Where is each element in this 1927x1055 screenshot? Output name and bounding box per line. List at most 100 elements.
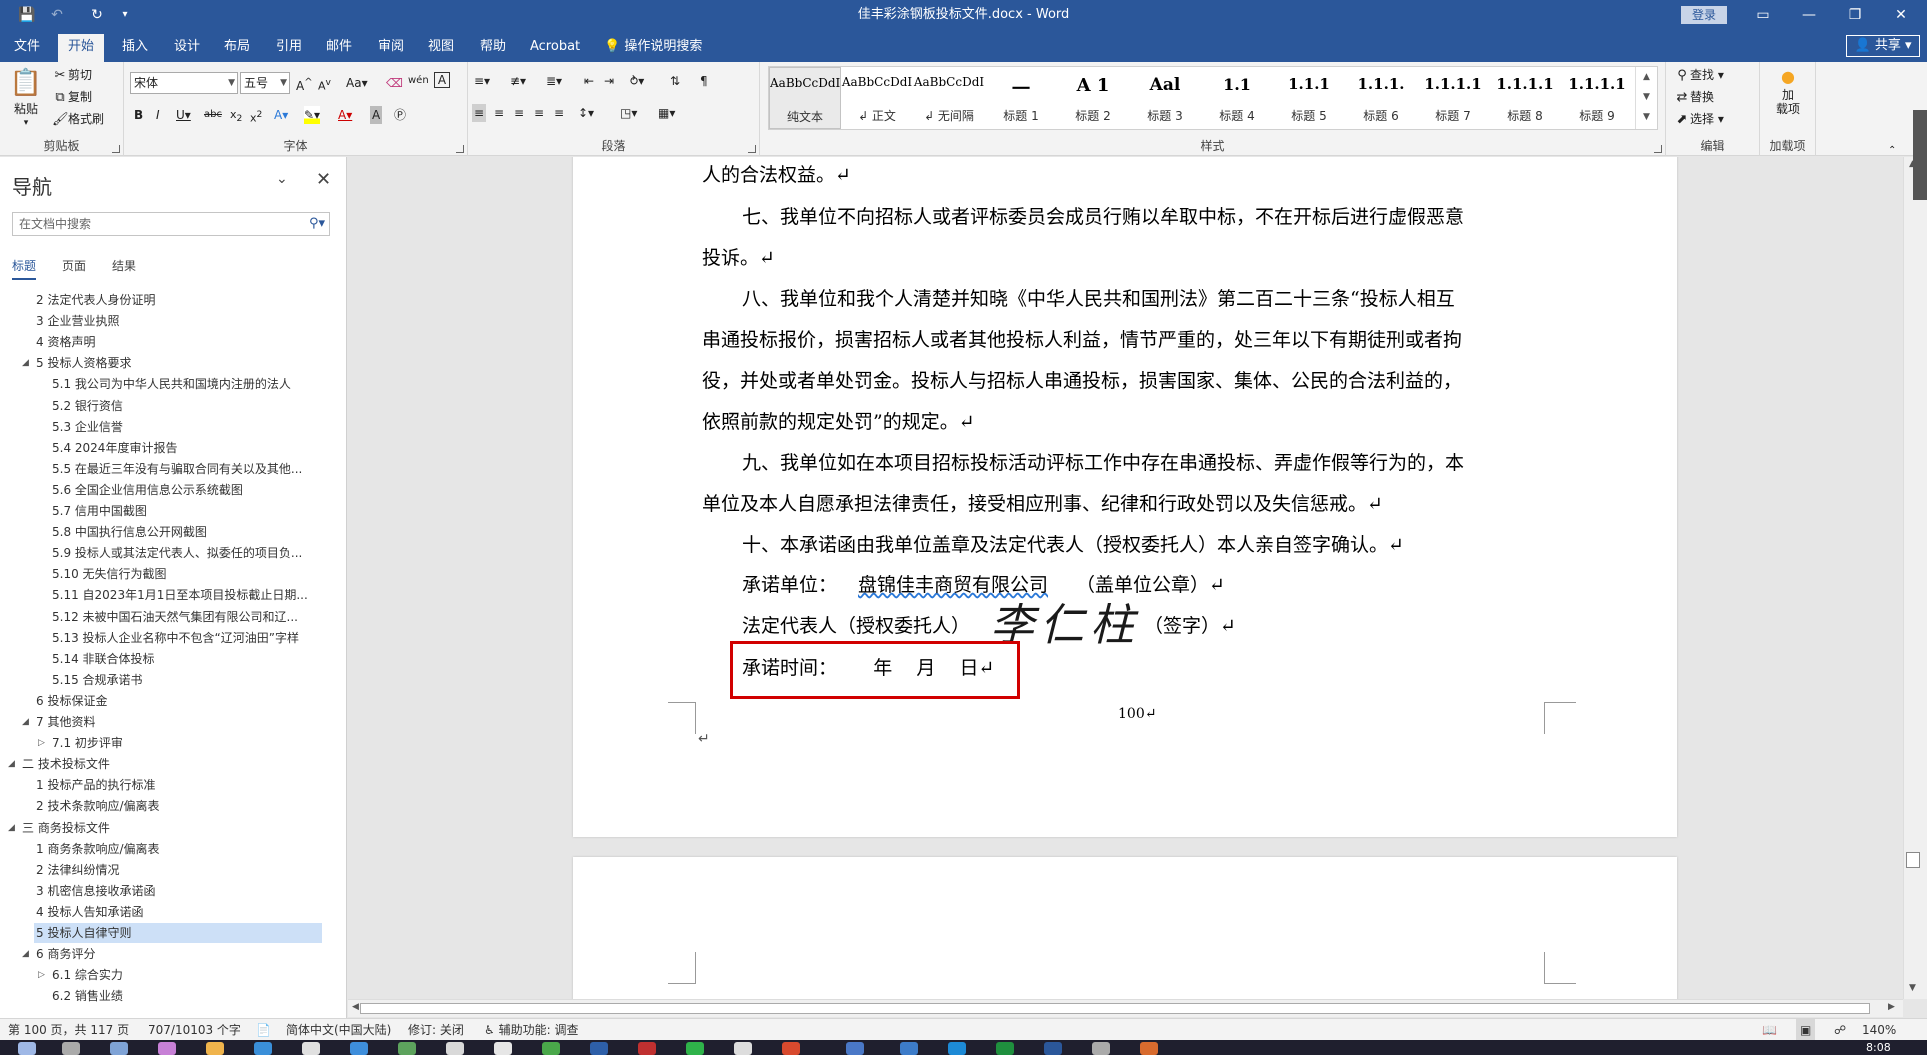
expand-caret-icon[interactable]: ◢ [8, 754, 15, 774]
read-mode-icon[interactable]: 📖 [1762, 1019, 1777, 1041]
taskbar-word-icon[interactable] [1044, 1042, 1062, 1055]
expand-caret-icon[interactable]: ◢ [22, 712, 29, 732]
nav-heading-item[interactable]: 3 机密信息接收承诺函 [36, 881, 330, 901]
nav-heading-item[interactable]: 二 技术投标文件 [22, 754, 330, 774]
nav-heading-item[interactable]: 4 投标人告知承诺函 [36, 902, 330, 922]
nav-heading-item[interactable]: 5.7 信用中国截图 [52, 501, 330, 521]
taskbar-app-icon[interactable] [446, 1042, 464, 1055]
nav-heading-item[interactable]: 5.2 银行资信 [52, 396, 330, 416]
tab-review[interactable]: 审阅 [368, 34, 414, 62]
taskbar-app-icon[interactable] [686, 1042, 704, 1055]
style-heading-1[interactable]: 一标题 1 [985, 67, 1057, 129]
subscript-button[interactable]: x2 [230, 106, 242, 128]
nav-heading-item[interactable]: 5.5 在最近三年没有与骗取合同有关以及其他... [52, 459, 330, 479]
expand-caret-icon[interactable]: ◢ [22, 353, 29, 373]
style-normal[interactable]: AaBbCcDdI ↲ 正文 [841, 67, 913, 129]
horizontal-scrollbar[interactable]: ◀ ▶ [348, 999, 1903, 1017]
style-heading-3[interactable]: Aal 标题 3 [1129, 67, 1201, 129]
font-dialog-launcher[interactable] [456, 145, 464, 153]
tab-help[interactable]: 帮助 [470, 34, 516, 62]
addins-button[interactable]: ● 加 载项 [1766, 66, 1810, 116]
nav-heading-item[interactable]: 5 投标人资格要求 [36, 353, 330, 373]
distributed-icon[interactable]: ≡ [554, 104, 564, 122]
font-name-combo[interactable]: 宋体 ▼ [130, 72, 238, 94]
nav-heading-item[interactable]: 6 投标保证金 [36, 691, 330, 711]
expand-caret-icon[interactable]: ◢ [22, 944, 29, 964]
nav-heading-item[interactable]: 5.14 非联合体投标 [52, 649, 330, 669]
page-count[interactable]: 第 100 页，共 117 页 [8, 1019, 129, 1041]
taskbar-app-icon[interactable] [398, 1042, 416, 1055]
search-icon[interactable] [62, 1042, 80, 1055]
taskbar-app-icon[interactable] [782, 1042, 800, 1055]
nav-heading-selected[interactable]: 5 投标人自律守则 [34, 923, 322, 943]
taskbar-app-icon[interactable] [734, 1042, 752, 1055]
nav-heading-item[interactable]: 6 商务评分 [36, 944, 330, 964]
tab-view[interactable]: 视图 [418, 34, 464, 62]
nav-heading-item[interactable]: 5.6 全国企业信用信息公示系统截图 [52, 480, 330, 500]
taskbar-app-icon[interactable] [350, 1042, 368, 1055]
nav-heading-item[interactable]: 5.9 投标人或其法定代表人、拟委任的项目负... [52, 543, 330, 563]
track-changes-status[interactable]: 修订: 关闭 [408, 1019, 464, 1041]
save-icon[interactable]: 💾 [14, 5, 40, 25]
change-case-button[interactable]: Aa▾ [346, 74, 368, 92]
enclose-characters-icon[interactable]: Ⓟ [394, 106, 406, 124]
document-area[interactable]: ↵ 人的合法权益。↵ 七、我单位不向招标人或者评标委员会成员行贿以牟取中标，不在… [348, 157, 1903, 999]
tab-home[interactable]: 开始 [58, 34, 105, 62]
style-no-spacing[interactable]: AaBbCcDdI ↲ 无间隔 [913, 67, 985, 129]
taskbar-app-icon[interactable] [638, 1042, 656, 1055]
close-icon[interactable]: ✕ [1878, 0, 1924, 30]
italic-button[interactable]: I [156, 106, 160, 124]
nav-heading-item[interactable]: 5.8 中国执行信息公开网截图 [52, 522, 330, 542]
expand-caret-icon[interactable]: ◢ [8, 818, 15, 838]
nav-heading-item[interactable]: 1 商务条款响应/偏离表 [36, 839, 330, 859]
font-size-combo[interactable]: 五号 ▼ [240, 72, 290, 94]
numbering-icon[interactable]: ≢▾ [510, 72, 526, 90]
styles-more-icon[interactable]: ▲ ▼ ▼ [1635, 67, 1657, 129]
web-layout-icon[interactable]: ☍ [1834, 1019, 1846, 1041]
chevron-down-icon[interactable]: ⌄ [276, 171, 288, 187]
find-button[interactable]: ⚲ 查找 ▾ [1674, 66, 1724, 84]
styles-dialog-launcher[interactable] [1654, 145, 1662, 153]
replace-button[interactable]: ⇄ 替换 [1674, 88, 1714, 106]
taskbar-app-icon[interactable] [302, 1042, 320, 1055]
nav-heading-item[interactable]: 7.1 初步评审 [52, 733, 330, 753]
style-heading-8[interactable]: 1.1.1.1 标题 8 [1489, 67, 1561, 129]
nav-heading-item[interactable]: 1 投标产品的执行标准 [36, 775, 330, 795]
taskbar-app-icon[interactable] [1092, 1042, 1110, 1055]
taskbar-app-icon[interactable] [900, 1042, 918, 1055]
restore-icon[interactable]: ❐ [1832, 0, 1878, 30]
nav-heading-item[interactable]: 5.4 2024年度审计报告 [52, 438, 330, 458]
word-count[interactable]: 707/10103 个字 [148, 1019, 241, 1041]
style-heading-9[interactable]: 1.1.1.1 标题 9 [1561, 67, 1633, 129]
nav-heading-item[interactable]: 5.12 未被中国石油天然气集团有限公司和辽... [52, 607, 330, 627]
taskbar-app-icon[interactable] [254, 1042, 272, 1055]
phonetic-guide-icon[interactable]: wén [408, 72, 429, 90]
nav-heading-item[interactable]: 2 法律纠纷情况 [36, 860, 330, 880]
line-spacing-icon[interactable]: ↕▾ [578, 104, 594, 122]
select-button[interactable]: ⬈ 选择 ▾ [1674, 110, 1724, 128]
bullets-icon[interactable]: ≡▾ [474, 72, 490, 90]
zoom-level[interactable]: 140% [1862, 1019, 1896, 1041]
taskbar-app-icon[interactable] [948, 1042, 966, 1055]
format-painter-button[interactable]: 🖌格式刷 [52, 110, 104, 128]
taskbar-clock[interactable]: 8:08 [1866, 1040, 1891, 1055]
scroll-down-icon[interactable]: ▼ [1909, 983, 1916, 993]
align-right-icon[interactable]: ≡ [514, 104, 524, 122]
paste-button[interactable]: 📋 粘贴 ▾ [8, 66, 44, 128]
underline-button[interactable]: U▾ [176, 106, 191, 124]
borders-icon[interactable]: ▦▾ [658, 104, 675, 122]
nav-heading-item[interactable]: 2 法定代表人身份证明 [36, 290, 330, 310]
collapse-caret-icon[interactable]: ▷ [38, 733, 45, 753]
multilevel-list-icon[interactable]: ≣▾ [546, 72, 562, 90]
style-heading-2[interactable]: A 1 标题 2 [1057, 67, 1129, 129]
taskbar-app-icon[interactable] [590, 1042, 608, 1055]
style-heading-5[interactable]: 1.1.1 标题 5 [1273, 67, 1345, 129]
style-heading-6[interactable]: 1.1.1. 标题 6 [1345, 67, 1417, 129]
nav-heading-item[interactable]: 6.1 综合实力 [52, 965, 330, 985]
taskbar-app-icon[interactable] [110, 1042, 128, 1055]
collapse-caret-icon[interactable]: ▷ [38, 965, 45, 985]
font-color-icon[interactable]: A▾ [338, 106, 352, 124]
style-heading-4[interactable]: 1.1 标题 4 [1201, 67, 1273, 129]
vertical-scroll-thumb[interactable] [1906, 852, 1920, 868]
taskbar-app-icon[interactable] [996, 1042, 1014, 1055]
